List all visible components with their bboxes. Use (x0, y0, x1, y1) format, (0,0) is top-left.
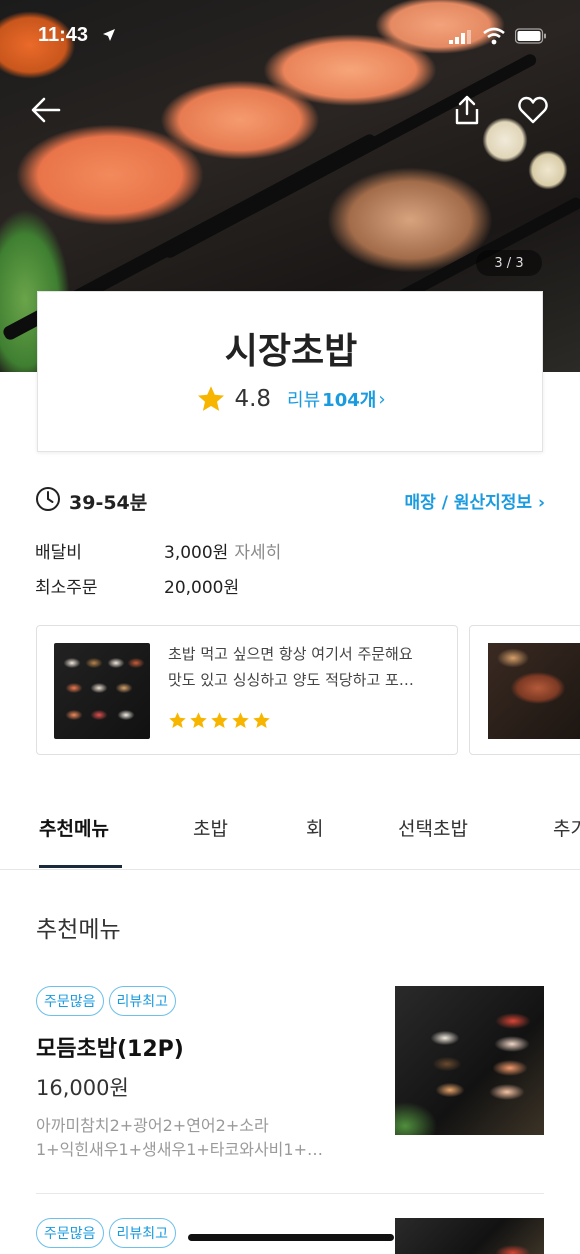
review-prefix: 리뷰 (287, 390, 321, 411)
review-text-line: 맛도 있고 싱싱하고 양도 적당하고 포… (168, 671, 414, 689)
status-bar: 11:43 (0, 0, 580, 72)
location-arrow-icon (103, 29, 115, 41)
badge-popular: 주문많음 (36, 986, 104, 1016)
star-icon (232, 712, 249, 729)
badge-best-review: 리뷰최고 (108, 1218, 177, 1248)
menu-badges: 주문많음 리뷰최고 (36, 1218, 177, 1248)
chevron-right-icon: › (378, 388, 386, 410)
menu-photo (395, 1218, 544, 1254)
store-name: 시장초밥 (224, 331, 358, 372)
home-indicator[interactable] (188, 1234, 394, 1241)
badge-popular: 주문많음 (36, 1218, 104, 1248)
menu-description-line: 아까미참치2+광어2+연어2+소라 (36, 1116, 269, 1135)
share-icon (455, 95, 479, 125)
review-star-rating (168, 711, 271, 730)
menu-item[interactable]: 주문많음 리뷰최고 모듬초밥(12P) 16,000원 아까미참치2+광어2+연… (36, 986, 544, 1176)
tab-extra[interactable]: 추가 (553, 814, 580, 841)
star-icon (211, 712, 228, 729)
min-order-value: 20,000원 (164, 578, 240, 598)
share-button[interactable] (445, 88, 489, 132)
delivery-fee-value: 3,000원 (164, 543, 229, 563)
status-time: 11:43 (38, 24, 89, 46)
divider (36, 1193, 544, 1194)
menu-badges: 주문많음 리뷰최고 (36, 986, 177, 1016)
menu-name: 모듬초밥(12P) (36, 1037, 184, 1062)
tab-recommended[interactable]: 추천메뉴 (39, 814, 109, 841)
star-icon (253, 712, 270, 729)
rating-row: 4.8 리뷰 104개 › (38, 384, 544, 414)
section-title: 추천메뉴 (36, 917, 121, 943)
signal-icon (449, 30, 471, 44)
battery-icon (515, 28, 546, 44)
min-order-label: 최소주문 (35, 578, 98, 598)
favorite-button[interactable] (511, 88, 555, 132)
fee-detail-link[interactable]: 자세히 (234, 543, 281, 563)
star-icon (198, 386, 225, 411)
active-tab-indicator (39, 865, 122, 868)
star-icon (169, 712, 186, 729)
review-card[interactable] (469, 625, 580, 755)
wifi-icon (483, 27, 505, 45)
store-title-card: 시장초밥 4.8 리뷰 104개 › (37, 291, 543, 452)
menu-category-tabs: 추천메뉴 초밥 회 선택초밥 추가 (0, 790, 580, 870)
review-text-line: 초밥 먹고 싶으면 항상 여기서 주문해요 (168, 645, 413, 663)
review-card[interactable]: 초밥 먹고 싶으면 항상 여기서 주문해요 맛도 있고 싱싱하고 양도 적당하고… (36, 625, 458, 755)
heart-icon (518, 96, 548, 124)
review-text: 초밥 먹고 싶으면 항상 여기서 주문해요 맛도 있고 싱싱하고 양도 적당하고… (168, 641, 440, 693)
delivery-fee-label: 배달비 (35, 543, 82, 563)
back-button[interactable] (24, 88, 68, 132)
delivery-time: 39-54분 (69, 492, 148, 514)
tray-edge (161, 52, 539, 260)
review-photo (54, 643, 150, 739)
store-origin-info-link[interactable]: 매장 / 원산지정보 › (405, 488, 545, 513)
tab-sushi[interactable]: 초밥 (193, 814, 228, 841)
review-link[interactable]: 리뷰 104개 › (287, 386, 385, 412)
menu-description: 아까미참치2+광어2+연어2+소라 1+익힌새우1+생새우1+타코와사비1+… (36, 1114, 366, 1162)
star-icon (190, 712, 207, 729)
tab-select-sushi[interactable]: 선택초밥 (398, 814, 468, 841)
menu-price: 16,000원 (36, 1076, 129, 1100)
review-photo (488, 643, 580, 739)
image-page-indicator: 3 / 3 (476, 250, 542, 276)
rating-value: 4.8 (234, 386, 272, 412)
delivery-fee: 3,000원 자세히 (164, 538, 281, 563)
review-count: 104개 (322, 390, 377, 411)
tab-sashimi[interactable]: 회 (306, 814, 323, 841)
clock-icon (36, 487, 60, 511)
menu-photo (395, 986, 544, 1135)
badge-best-review: 리뷰최고 (108, 986, 177, 1016)
menu-description-line: 1+익힌새우1+생새우1+타코와사비1+… (36, 1140, 323, 1159)
back-arrow-icon (31, 97, 61, 123)
